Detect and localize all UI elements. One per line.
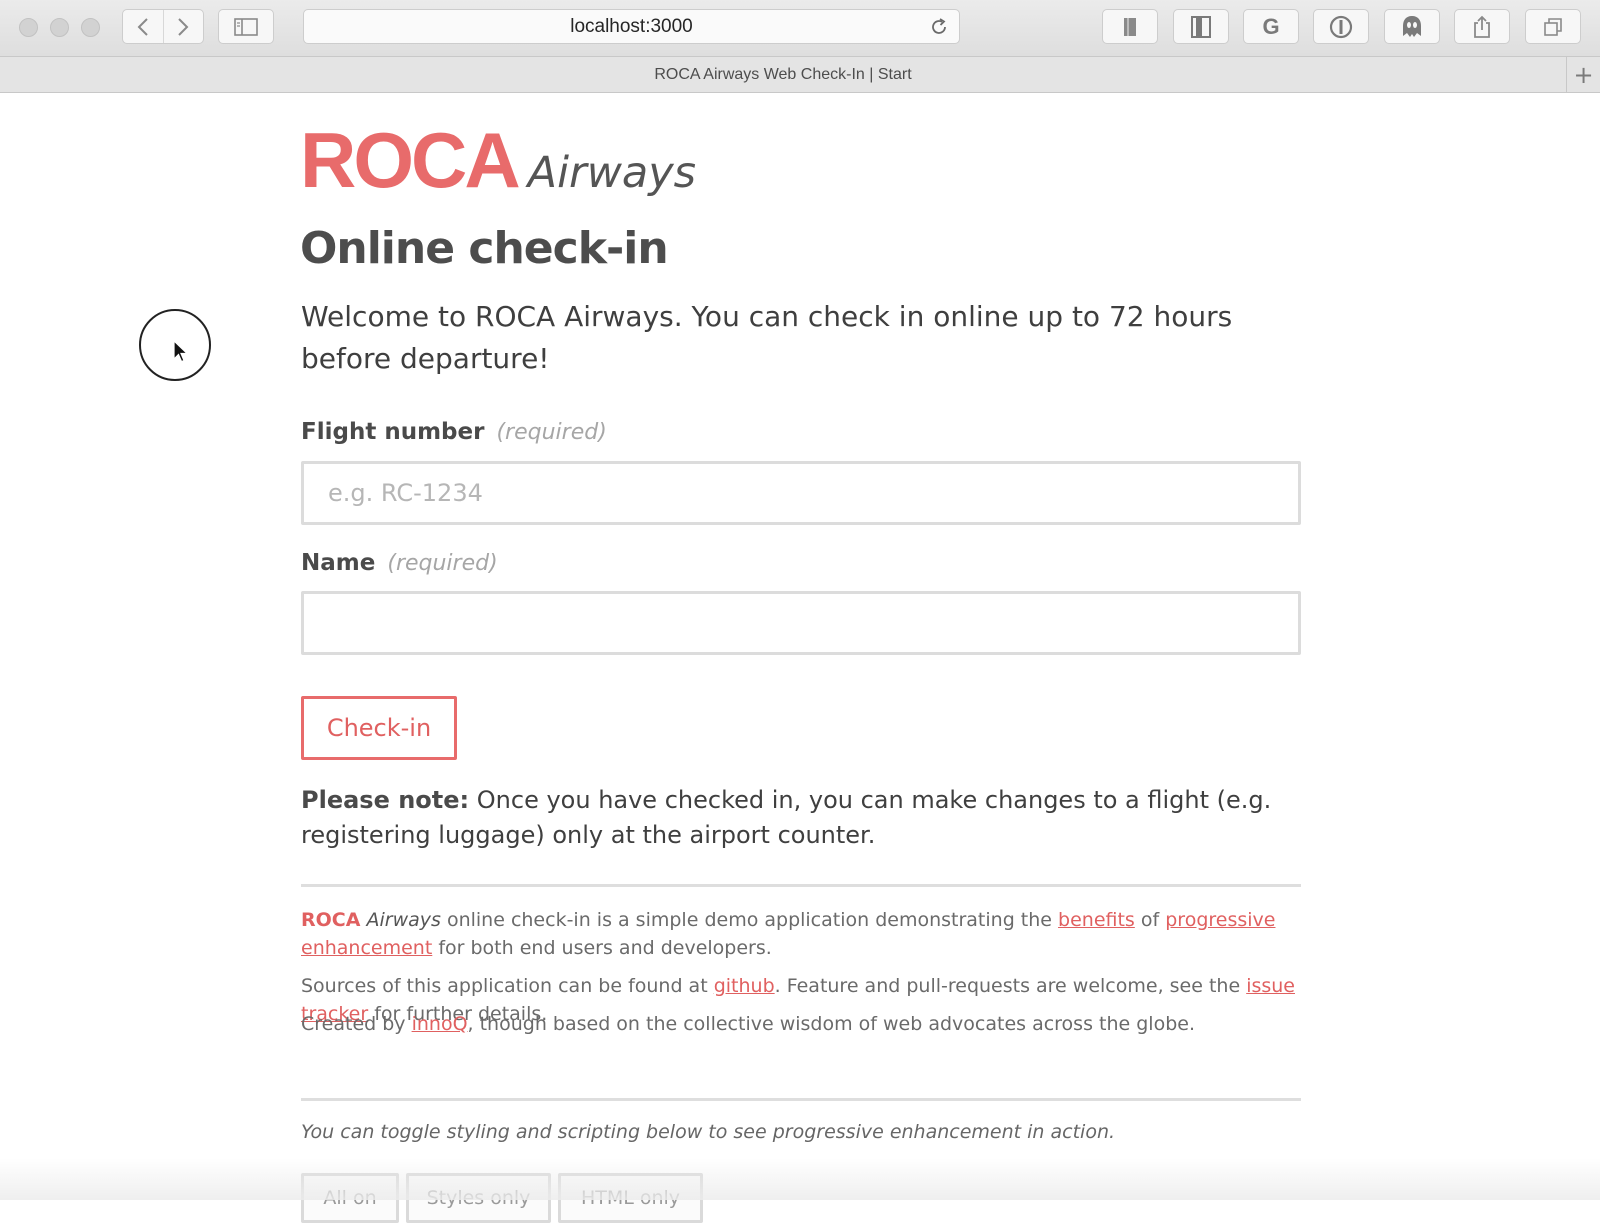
address-text: localhost:3000 — [570, 15, 693, 37]
ghostery-icon — [1403, 15, 1421, 37]
page-content: ROCA Airways Online check-in Welcome to … — [0, 93, 1600, 1223]
readability-icon — [1191, 15, 1211, 38]
onepassword-extension-button[interactable] — [1313, 9, 1369, 44]
google-icon: G — [1262, 13, 1280, 39]
github-link[interactable]: github — [714, 975, 775, 997]
plus-icon: + — [1573, 61, 1594, 89]
back-button[interactable] — [123, 10, 163, 43]
forward-button[interactable] — [162, 10, 204, 43]
share-button[interactable] — [1454, 9, 1510, 44]
page-title: Online check-in — [300, 223, 669, 274]
tab-bar: ROCA Airways Web Check-In | Start + — [0, 57, 1600, 93]
bottom-fade-overlay — [0, 1158, 1600, 1200]
check-in-button-label: Check-in — [326, 714, 432, 742]
about-brand-suffix: Airways — [366, 909, 441, 931]
new-tab-button[interactable]: + — [1566, 57, 1600, 93]
onepassword-icon — [1329, 15, 1353, 38]
flight-number-label: Flight number (required) — [301, 419, 607, 445]
toggle-all-on-label: All on — [323, 1187, 377, 1209]
mouse-cursor-icon — [173, 340, 189, 363]
logo-brand: ROCA — [300, 116, 521, 204]
welcome-text: Welcome to ROCA Airways. You can check i… — [301, 300, 1233, 375]
bookmark-extension-button[interactable] — [1102, 9, 1158, 44]
flight-number-label-text: Flight number — [301, 419, 485, 445]
sidebar-toggle-button[interactable] — [218, 9, 274, 44]
name-required-hint: (required) — [387, 551, 498, 576]
toggle-all-on-button[interactable]: All on — [301, 1173, 399, 1223]
forward-icon — [178, 17, 189, 36]
divider — [301, 884, 1301, 887]
flight-number-input[interactable] — [301, 461, 1301, 525]
readability-extension-button[interactable] — [1173, 9, 1229, 44]
tab-title-text: ROCA Airways Web Check-In | Start — [654, 66, 912, 83]
window-maximize-button[interactable] — [81, 18, 100, 37]
tabs-icon — [1544, 17, 1562, 36]
name-label: Name (required) — [301, 550, 498, 576]
share-icon — [1474, 15, 1490, 38]
browser-toolbar: localhost:3000 G — [0, 0, 1600, 57]
show-tabs-button[interactable] — [1525, 9, 1581, 44]
back-icon — [137, 17, 148, 36]
address-bar[interactable]: localhost:3000 — [303, 9, 960, 44]
benefits-link[interactable]: benefits — [1058, 909, 1135, 931]
sources-text-1: Sources of this application can be found… — [301, 975, 714, 997]
toggle-styles-only-button[interactable]: Styles only — [406, 1173, 551, 1223]
name-input[interactable] — [301, 591, 1301, 655]
about-text-2: of — [1134, 909, 1166, 931]
window-minimize-button[interactable] — [50, 18, 69, 37]
sources-text-2: . Feature and pull-requests are welcome,… — [774, 975, 1247, 997]
navigation-buttons — [122, 9, 204, 44]
about-paragraph: ROCA Airways online check-in is a simple… — [301, 906, 1301, 962]
logo-suffix: Airways — [527, 148, 697, 198]
created-by-paragraph: Created by innoQ, though based on the co… — [301, 1010, 1301, 1038]
about-text-3: for both end users and developers. — [432, 937, 772, 959]
bookmark-icon — [1124, 17, 1136, 36]
sidebar-icon — [234, 17, 258, 36]
toggle-styles-only-label: Styles only — [426, 1187, 531, 1209]
about-text-1: online check-in is a simple demo applica… — [440, 909, 1059, 931]
window-close-button[interactable] — [19, 18, 38, 37]
tab-active[interactable]: ROCA Airways Web Check-In | Start — [0, 57, 1566, 93]
note-lead: Please note: — [301, 786, 470, 814]
ghostery-extension-button[interactable] — [1384, 9, 1440, 44]
google-extension-button[interactable]: G — [1243, 9, 1299, 44]
toggle-hint-text: You can toggle styling and scripting bel… — [301, 1121, 1116, 1143]
name-label-text: Name — [301, 550, 376, 576]
please-note-text: Please note: Once you have checked in, y… — [301, 783, 1306, 853]
about-brand: ROCA — [301, 909, 361, 931]
flight-number-required-hint: (required) — [496, 420, 607, 445]
innoq-link[interactable]: innoQ — [412, 1013, 468, 1035]
check-in-button[interactable]: Check-in — [301, 696, 457, 760]
logo: ROCA Airways — [300, 115, 696, 206]
divider — [301, 1098, 1301, 1101]
reload-icon[interactable] — [929, 17, 949, 37]
toggle-html-only-button[interactable]: HTML only — [558, 1173, 703, 1223]
created-text-1: Created by — [301, 1013, 412, 1035]
created-text-2: , though based on the collective wisdom … — [467, 1013, 1195, 1035]
toggle-html-only-label: HTML only — [580, 1187, 681, 1209]
